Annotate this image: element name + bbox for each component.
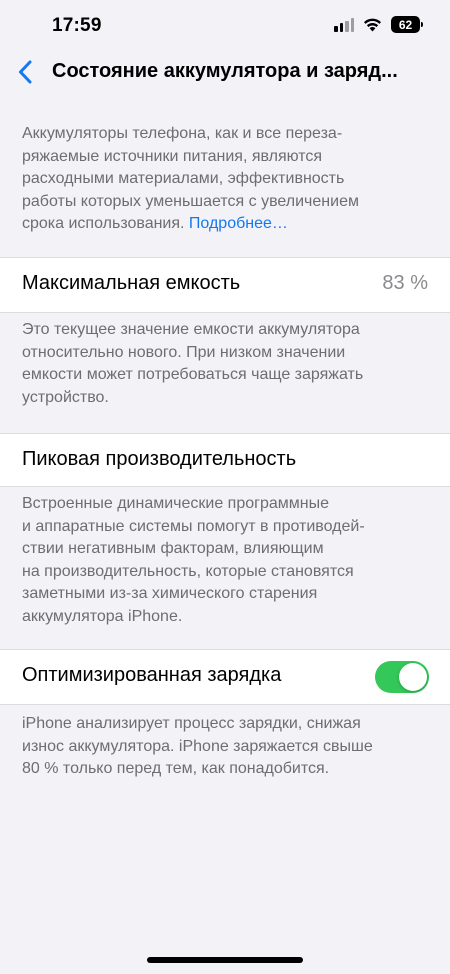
max-capacity-description: Это текущее значение емкости аккумулятор…: [22, 319, 422, 409]
max-capacity-row: Максимальная емкость 83 %: [0, 257, 450, 313]
footnote-line: износ аккумулятора. iPhone заряжается св…: [22, 737, 373, 755]
footnote-line: на производительность, которые становятс…: [22, 562, 354, 580]
intro-description: Аккумуляторы телефона, как и все переза-…: [22, 123, 422, 236]
intro-line: Аккумуляторы телефона, как и все переза-: [22, 125, 343, 142]
footnote-line: ствии негативным факторам, влияющим: [22, 540, 324, 557]
optimized-charging-description: iPhone анализирует процесс зарядки, сниж…: [22, 713, 422, 781]
intro-last-line: срока использования.: [22, 215, 185, 232]
learn-more-link[interactable]: Подробнее…: [189, 215, 288, 232]
footnote-line: Это текущее значение емкости аккумулятор…: [22, 321, 360, 338]
optimized-charging-label: Оптимизированная зарядка: [22, 664, 282, 686]
status-icons: 62: [334, 16, 423, 33]
nav-bar: Состояние аккумулятора и заряд...: [0, 52, 450, 94]
intro-line: работы которых уменьшается с увеличением: [22, 192, 359, 210]
status-time: 17:59: [52, 15, 102, 36]
footnote-line: Встроенные динамические программные: [22, 495, 329, 512]
wifi-icon: [364, 18, 381, 31]
toggle-knob: [399, 663, 427, 691]
intro-line: расходными материалами, эффективность: [22, 170, 345, 187]
status-bar: 17:59 62: [0, 0, 450, 52]
page-title: Состояние аккумулятора и заряд...: [52, 60, 398, 82]
peak-performance-row: Пиковая производительность: [0, 433, 450, 487]
optimized-charging-toggle[interactable]: [375, 661, 429, 693]
chevron-left-icon: [19, 60, 32, 84]
footnote-line: емкости может потребоваться чаще заряжат…: [22, 366, 364, 383]
home-indicator[interactable]: [147, 957, 303, 963]
footnote-line: устройство.: [22, 388, 109, 406]
back-button[interactable]: [12, 58, 38, 86]
peak-performance-description: Встроенные динамические программные и ап…: [22, 493, 422, 628]
footnote-line: 80 % только перед тем, как понадобится.: [22, 760, 330, 777]
intro-line: срока использования. Подробнее…: [22, 213, 422, 236]
intro-line: ряжаемые источники питания, являются: [22, 147, 323, 165]
max-capacity-value: 83 %: [382, 272, 428, 294]
peak-performance-label: Пиковая производительность: [22, 448, 297, 470]
footnote-line: заметными из-за химического старения: [22, 585, 318, 602]
max-capacity-label: Максимальная емкость: [22, 272, 241, 294]
signal-icon: [334, 18, 354, 32]
optimized-charging-row: Оптимизированная зарядка: [0, 649, 450, 705]
footnote-line: iPhone анализирует процесс зарядки, сниж…: [22, 715, 361, 732]
footnote-line: и аппаратные системы помогут в противоде…: [22, 517, 365, 535]
footnote-line: аккумулятора iPhone.: [22, 607, 183, 625]
footnote-line: относительно нового. При низком значении: [22, 343, 346, 361]
battery-icon: 62: [391, 16, 423, 33]
